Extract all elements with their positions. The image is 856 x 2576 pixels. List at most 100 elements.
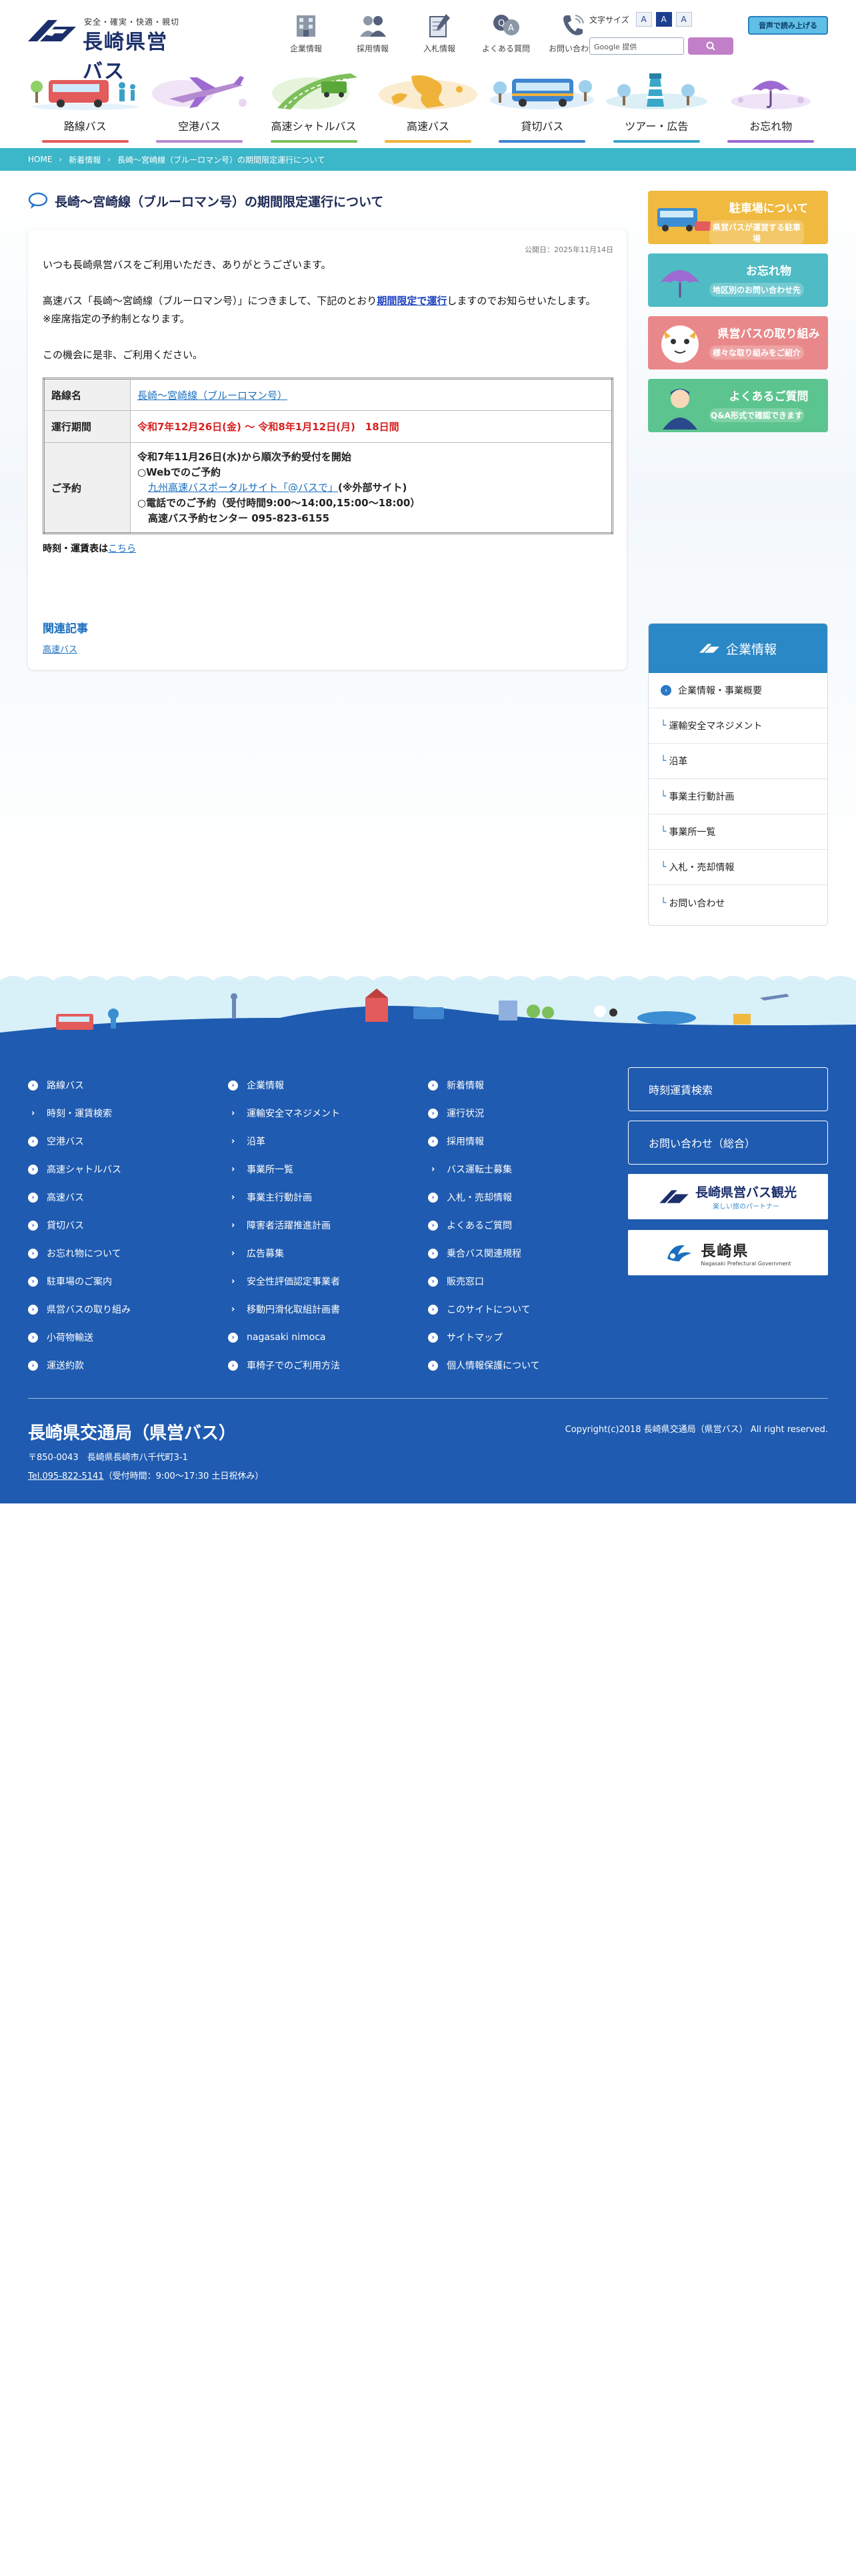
- footer-tel-link[interactable]: Tel.095-822-5141: [28, 1471, 104, 1481]
- footer-link[interactable]: › 高速バス: [28, 1183, 221, 1211]
- banner-initiatives[interactable]: 県営バスの取り組み 様々な取り組みをご紹介: [648, 316, 828, 370]
- footer-link-label: 貸切バス: [47, 1221, 84, 1231]
- footer-link[interactable]: › 事業所一覧: [228, 1155, 421, 1183]
- footer-link-label: バス運転士募集: [447, 1165, 512, 1175]
- footer-link[interactable]: › 販売窓口: [428, 1267, 621, 1295]
- arrow-circle-icon: ›: [428, 1220, 438, 1231]
- footer-link[interactable]: › 乗合バス関連規程: [428, 1239, 621, 1267]
- prefecture-title: 長崎県: [701, 1243, 749, 1260]
- arrow-circle-icon: ›: [661, 685, 671, 696]
- util-faq[interactable]: QA よくある質問: [480, 12, 532, 59]
- footer-link[interactable]: › 安全性評価認定事業者: [228, 1267, 421, 1295]
- table-row: 路線名 長崎～宮崎線（ブルーロマン号）: [43, 378, 613, 411]
- banner-parking[interactable]: 駐車場について 県営バスが運営する駐車場: [648, 191, 828, 244]
- font-size-large-button[interactable]: A: [675, 12, 692, 27]
- article-card: 公開日：2025年11月14日 いつも長崎県営バスをご利用いただき、ありがとうご…: [28, 229, 627, 670]
- voice-read-button[interactable]: 音声で読み上げる: [748, 16, 828, 35]
- footer-link[interactable]: › 障害者活躍推進計画: [228, 1211, 421, 1239]
- menu-item-corporate-overview[interactable]: › 企業情報・事業概要: [649, 673, 827, 708]
- gnav-highway-bus[interactable]: 高速バス: [371, 69, 485, 139]
- gnav-shuttle-bus[interactable]: 高速シャトルバス: [257, 69, 371, 139]
- footer-link[interactable]: › 駐車場のご案内: [28, 1267, 221, 1295]
- footer-link[interactable]: › 運行状況: [428, 1099, 621, 1127]
- footer-link-label: 採用情報: [447, 1137, 484, 1147]
- footer-link[interactable]: › 入札・売却情報: [428, 1183, 621, 1211]
- util-bidding[interactable]: 入札情報: [413, 12, 465, 59]
- footer-link[interactable]: › nagasaki nimoca: [228, 1323, 421, 1351]
- gnav-route-bus[interactable]: 路線バス: [28, 69, 142, 139]
- footer-illustration: [0, 971, 856, 1039]
- footer-link[interactable]: › 運送約款: [28, 1351, 221, 1379]
- footer-link[interactable]: › 高速シャトルバス: [28, 1155, 221, 1183]
- banner-lost-items[interactable]: お忘れ物 地区別のお問い合わせ先: [648, 253, 828, 307]
- menu-item-action-plan[interactable]: └ 事業主行動計画: [649, 779, 827, 814]
- footer-link[interactable]: › 県営バスの取り組み: [28, 1295, 221, 1323]
- gnav-airport-bus[interactable]: 空港バス: [142, 69, 256, 139]
- menu-item-contact[interactable]: └ お問い合わせ: [649, 885, 827, 920]
- footer-link[interactable]: › 採用情報: [428, 1127, 621, 1155]
- arrow-circle-icon: ›: [228, 1332, 238, 1343]
- footer-link-label: 障害者活躍推進計画: [247, 1221, 331, 1231]
- related-link[interactable]: 高速バス: [43, 642, 88, 655]
- footer-link[interactable]: › 小荷物輸送: [28, 1323, 221, 1351]
- font-size-small-button[interactable]: A: [635, 12, 652, 27]
- gnav-lost-items[interactable]: お忘れ物: [714, 69, 828, 139]
- timetable-line: 時刻・運賃表はこちら: [43, 542, 136, 555]
- chevron-right-icon: ›: [231, 1220, 235, 1231]
- menu-item-offices[interactable]: └ 事業所一覧: [649, 814, 827, 850]
- util-recruit[interactable]: 採用情報: [347, 12, 399, 59]
- announcement-text-before: 高速バス「長崎～宮崎線（ブルーロマン号）」につきまして、下記のとおり: [43, 295, 377, 307]
- footer-link[interactable]: › お忘れ物について: [28, 1239, 221, 1267]
- arrow-circle-icon: ›: [28, 1164, 38, 1175]
- footer-timetable-button[interactable]: 時刻運賃検索: [628, 1067, 828, 1111]
- banner-faq[interactable]: よくあるご質問 Q&A形式で確認できます: [648, 379, 828, 432]
- footer-contact-button[interactable]: お問い合わせ（総合）: [628, 1121, 828, 1165]
- menu-item-safety-management[interactable]: └ 運輸安全マネジメント: [649, 708, 827, 744]
- menu-item-bidding[interactable]: └ 入札・売却情報: [649, 850, 827, 885]
- gnav-tour-ad[interactable]: ツアー・広告: [599, 69, 713, 139]
- tourism-bus-banner[interactable]: 長崎県営バス観光 楽しい旅のパートナー: [628, 1174, 828, 1219]
- footer-link[interactable]: › 移動円滑化取組計画書: [228, 1295, 421, 1323]
- footer-link[interactable]: › 路線バス: [28, 1071, 221, 1099]
- footer-link[interactable]: › 沿革: [228, 1127, 421, 1155]
- footer-link[interactable]: › 貸切バス: [28, 1211, 221, 1239]
- search-button[interactable]: [688, 37, 733, 55]
- font-size-medium-button[interactable]: A: [655, 12, 672, 27]
- footer-link[interactable]: › 新着情報: [428, 1071, 621, 1099]
- footer-link[interactable]: › 広告募集: [228, 1239, 421, 1267]
- footer-link[interactable]: › 空港バス: [28, 1127, 221, 1155]
- footer-link[interactable]: › 個人情報保護について: [428, 1351, 621, 1379]
- breadcrumb-news[interactable]: 新着情報: [69, 154, 101, 165]
- footer-link[interactable]: › 事業主行動計画: [228, 1183, 421, 1211]
- menu-item-history[interactable]: └ 沿革: [649, 744, 827, 779]
- reserve-web-heading: ○Webでのご予約: [137, 466, 221, 478]
- gnav-charter-bus[interactable]: 貸切バス: [485, 69, 599, 139]
- footer-link[interactable]: › 運輸安全マネジメント: [228, 1099, 421, 1127]
- reservation-note: ※座席指定の予約制となります。: [43, 313, 190, 325]
- footer-link[interactable]: › バス運転士募集: [428, 1155, 621, 1183]
- util-label: 採用情報: [356, 44, 389, 53]
- footer-link[interactable]: › 企業情報: [228, 1071, 421, 1099]
- portal-site-link[interactable]: 九州高速バスポータルサイト「@バスで」: [148, 482, 338, 494]
- tourism-bus-subtitle: 楽しい旅のパートナー: [712, 1203, 779, 1211]
- timetable-link[interactable]: こちら: [108, 544, 136, 554]
- corporate-menu-header[interactable]: 企業情報: [649, 624, 827, 673]
- footer-link[interactable]: › サイトマップ: [428, 1323, 621, 1351]
- footer-link[interactable]: › よくあるご質問: [428, 1211, 621, 1239]
- external-site-note: (※外部サイト): [338, 481, 407, 494]
- umbrella-icon: [660, 270, 700, 297]
- breadcrumb-home[interactable]: HOME: [28, 155, 52, 164]
- site-logo[interactable]: 安全・確実・快適・親切 長崎県営バス: [28, 13, 188, 83]
- footer-divider: [28, 1398, 828, 1399]
- util-corporate-info[interactable]: 企業情報: [280, 12, 332, 59]
- footer-link[interactable]: › 車椅子でのご利用方法: [228, 1351, 421, 1379]
- banner-title: 駐車場について: [729, 202, 809, 215]
- arrow-circle-icon: ›: [28, 1276, 38, 1287]
- announcement-text: 高速バス「長崎～宮崎線（ブルーロマン号）」につきまして、下記のとおり期間限定で運…: [43, 292, 616, 310]
- search-input[interactable]: Google 提供: [589, 37, 684, 55]
- nagasaki-prefecture-banner[interactable]: 長崎県 Nagasaki Prefectural Government: [628, 1230, 828, 1275]
- footer-link[interactable]: › このサイトについて: [428, 1295, 621, 1323]
- banner-title: よくあるご質問: [729, 390, 809, 404]
- footer-link[interactable]: › 時刻・運賃検索: [28, 1099, 221, 1127]
- route-link[interactable]: 長崎～宮崎線（ブルーロマン号）: [137, 390, 287, 402]
